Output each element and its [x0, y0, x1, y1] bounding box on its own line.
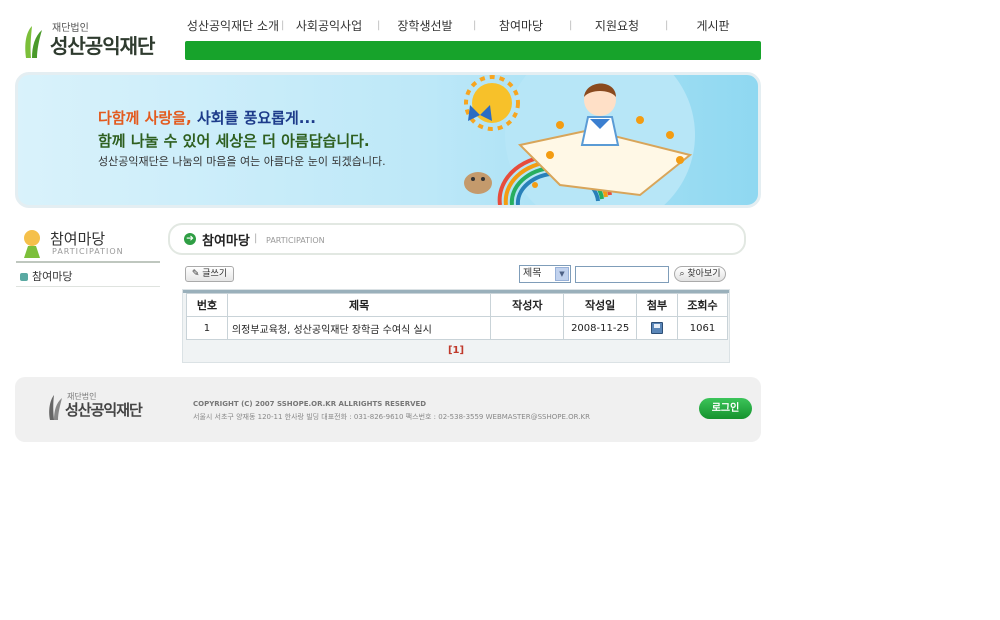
footer-logo-name: 성산공익재단: [65, 401, 143, 419]
sidebar-title: 참여마당 PARTICIPATION: [18, 226, 160, 260]
footer-copyright: COPYRIGHT (C) 2007 SSHOPE.OR.KR ALLRIGHT…: [193, 400, 427, 408]
sidebar-item-label: 참여마당: [32, 270, 73, 283]
write-post-button[interactable]: ✎ 글쓰기: [185, 266, 234, 282]
search-button-label: 찾아보기: [687, 269, 721, 279]
login-button[interactable]: 로그인: [699, 398, 752, 419]
search-button[interactable]: ⌕ 찾아보기: [674, 266, 726, 282]
cell-date: 2008-11-25: [563, 316, 638, 340]
write-icon: ✎: [191, 269, 200, 279]
nav-item-intro[interactable]: 성산공익재단 소개: [185, 16, 281, 38]
sidebar-title-ko: 참여마당: [50, 230, 106, 248]
column-header-attach: 첨부: [636, 293, 678, 317]
board-list: 번호 제목 작성자 작성일 첨부 조회수 1 의정부교육청, 성산공익재단 장학…: [182, 289, 730, 363]
footer-address: 서울시 서초구 양재동 120-11 한사랑 빌딩 대표전화 : 031-826…: [193, 413, 590, 421]
nav-item-scholarship[interactable]: 장학생선발: [377, 16, 473, 38]
main-banner: 다함께 사랑을, 사회를 풍요롭게... 함께 나눌 수 있어 세상은 더 아름…: [15, 72, 761, 208]
cell-author: [490, 316, 565, 340]
sidebar-character-icon: [24, 230, 40, 258]
post-title-link[interactable]: 의정부교육청, 성산공익재단 장학금 수여식 실시: [226, 316, 492, 340]
board-table: 번호 제목 작성자 작성일 첨부 조회수 1 의정부교육청, 성산공익재단 장학…: [186, 293, 728, 340]
footer-leaf-logo-icon: [49, 395, 62, 420]
nav-item-board[interactable]: 게시판: [665, 16, 761, 38]
column-header-title: 제목: [226, 293, 492, 317]
search-input[interactable]: [575, 266, 669, 283]
cell-no: 1: [186, 316, 228, 340]
search-field-select[interactable]: 제목 ▼: [519, 265, 571, 283]
nav-green-bar: [185, 41, 761, 60]
magnifier-icon: ⌕: [679, 269, 685, 279]
site-logo[interactable]: 재단법인 성산공익재단: [22, 18, 162, 62]
banner-line-2: 함께 나눌 수 있어 세상은 더 아름답습니다.: [98, 132, 370, 150]
banner-illustration: [464, 75, 695, 205]
banner-line-3: 성산공익재단은 나눔의 마음을 여는 아름다운 눈이 되겠습니다.: [98, 155, 386, 168]
write-button-label: 글쓰기: [202, 269, 228, 279]
nav-item-participation[interactable]: 참여마당: [473, 16, 569, 38]
cell-views: 1061: [677, 316, 728, 340]
page-title-en: PARTICIPATION: [266, 236, 325, 245]
chevron-down-icon[interactable]: ▼: [555, 267, 569, 281]
column-header-author: 작성자: [490, 293, 565, 317]
banner-line-1a: 다함께 사랑을,: [98, 109, 192, 127]
pagination: [1]: [183, 345, 729, 356]
banner-line-1b: 사회를 풍요롭게...: [196, 109, 316, 127]
banner-line-1: 다함께 사랑을, 사회를 풍요롭게...: [98, 107, 316, 128]
page-title-separator: |: [254, 233, 258, 244]
arrow-right-icon: ➔: [184, 233, 196, 245]
footer: 재단법인 성산공익재단 COPYRIGHT (C) 2007 SSHOPE.OR…: [15, 377, 761, 442]
cell-attach: [636, 316, 678, 340]
sidebar-divider: [16, 261, 160, 263]
page-link-1[interactable]: [1]: [448, 345, 464, 356]
sidebar-title-en: PARTICIPATION: [52, 247, 124, 256]
table-row: 1 의정부교육청, 성산공익재단 장학금 수여식 실시 2008-11-25 1…: [186, 316, 728, 340]
floppy-disk-icon[interactable]: [651, 322, 664, 334]
leaf-logo-icon: [25, 26, 42, 58]
column-header-date: 작성일: [563, 293, 638, 317]
column-header-views: 조회수: [677, 293, 728, 317]
nav-item-public-service[interactable]: 사회공익사업: [281, 16, 377, 38]
top-navigation: 성산공익재단 소개 사회공익사업 장학생선발 참여마당 지원요청 게시판: [185, 16, 761, 38]
sidebar-divider-bottom: [16, 286, 160, 287]
sun-icon: [464, 75, 520, 131]
nav-item-support-request[interactable]: 지원요청: [569, 16, 665, 38]
search-field-selected: 제목: [523, 268, 542, 279]
bullet-icon: [20, 273, 28, 281]
table-header-row: 번호 제목 작성자 작성일 첨부 조회수: [186, 293, 728, 317]
page-title: 참여마당: [202, 234, 250, 249]
column-header-no: 번호: [186, 293, 228, 317]
sidebar-item-participation[interactable]: 참여마당: [20, 268, 72, 284]
puppy-icon: [464, 172, 492, 194]
page-title-bar: ➔ 참여마당 | PARTICIPATION: [168, 223, 746, 255]
logo-name: 성산공익재단: [50, 34, 155, 58]
